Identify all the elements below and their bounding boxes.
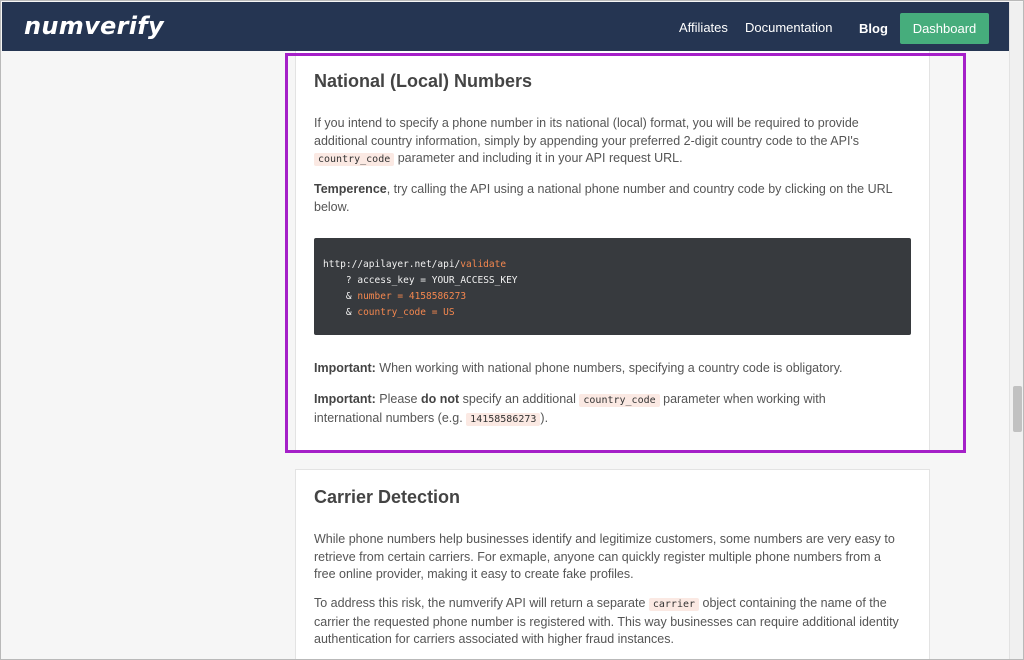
inline-code-carrier: carrier <box>648 598 700 611</box>
code-param: = <box>425 307 444 318</box>
inline-code-example-number: 14158586273 <box>466 412 541 426</box>
bold-text: do not <box>420 392 460 406</box>
paragraph-text: specify an additional <box>459 392 580 406</box>
scrollbar-thumb[interactable] <box>1013 386 1022 432</box>
bold-text: Important: <box>314 392 376 406</box>
bold-text: Important: <box>314 361 376 375</box>
code-line-access-key: ? access_key = YOUR_ACCESS_KEY <box>323 273 911 289</box>
code-param: number <box>357 291 392 302</box>
code-text: access_key <box>357 275 415 286</box>
vertical-scrollbar[interactable] <box>1009 2 1023 659</box>
paragraph-important-1: Important: When working with national ph… <box>314 360 904 378</box>
nav-link-affiliates[interactable]: Affiliates <box>679 20 728 35</box>
inline-code-country-code: country_code <box>579 394 660 407</box>
code-line-country-code: & country_code = US <box>323 305 911 321</box>
paragraph-text: Please <box>375 392 421 406</box>
code-param: = <box>391 291 409 302</box>
code-block-api-request[interactable]: http://apilayer.net/api/validate ? acces… <box>314 238 911 335</box>
nav-link-blog[interactable]: Blog <box>859 21 888 36</box>
browser-viewport: numverify Affiliates Documentation Blog … <box>0 0 1024 660</box>
paragraph-text: , try calling the API using a national p… <box>314 182 893 214</box>
code-line-number: & number = 4158586273 <box>323 289 911 305</box>
code-text: YOUR_ACCESS_KEY <box>431 275 518 286</box>
code-param: US <box>443 307 455 318</box>
code-line-url: http://apilayer.net/api/validate <box>323 257 911 273</box>
nav-link-documentation[interactable]: Documentation <box>745 20 832 35</box>
paragraph-text: If you intend to specify a phone number … <box>314 116 860 148</box>
paragraph-text: parameter and including it in your API r… <box>397 151 683 165</box>
numverify-logo[interactable]: numverify <box>24 12 164 40</box>
code-text: & <box>345 307 358 318</box>
section-title-carrier-detection: Carrier Detection <box>314 487 461 507</box>
paragraph-national-intro: If you intend to specify a phone number … <box>314 115 904 169</box>
code-text: http://apilayer.net/api/ <box>323 259 461 270</box>
code-param: 4158586273 <box>408 291 467 302</box>
paragraph-text: When working with national phone numbers… <box>375 361 843 375</box>
section-title-national-numbers: National (Local) Numbers <box>314 71 533 91</box>
top-navbar: numverify Affiliates Documentation Blog … <box>2 2 1009 51</box>
bold-text: Temperence <box>314 182 387 196</box>
paragraph-important-2: Important: Please do not specify an addi… <box>314 391 874 428</box>
inline-code-country-code: country_code <box>314 153 395 166</box>
code-text: = <box>414 275 432 286</box>
code-endpoint: validate <box>460 259 507 270</box>
code-text: ? <box>345 275 358 286</box>
code-text: & <box>345 291 358 302</box>
dashboard-button[interactable]: Dashboard <box>900 13 989 44</box>
paragraph-text: To address this risk, the numverify API … <box>314 596 649 610</box>
code-param: country_code <box>357 307 426 318</box>
paragraph-carrier-intro: While phone numbers help businesses iden… <box>314 532 895 581</box>
paragraph-carrier-object: To address this risk, the numverify API … <box>314 595 904 649</box>
paragraph-text: ). <box>540 410 549 425</box>
paragraph-temperence: Temperence, try calling the API using a … <box>314 181 904 216</box>
